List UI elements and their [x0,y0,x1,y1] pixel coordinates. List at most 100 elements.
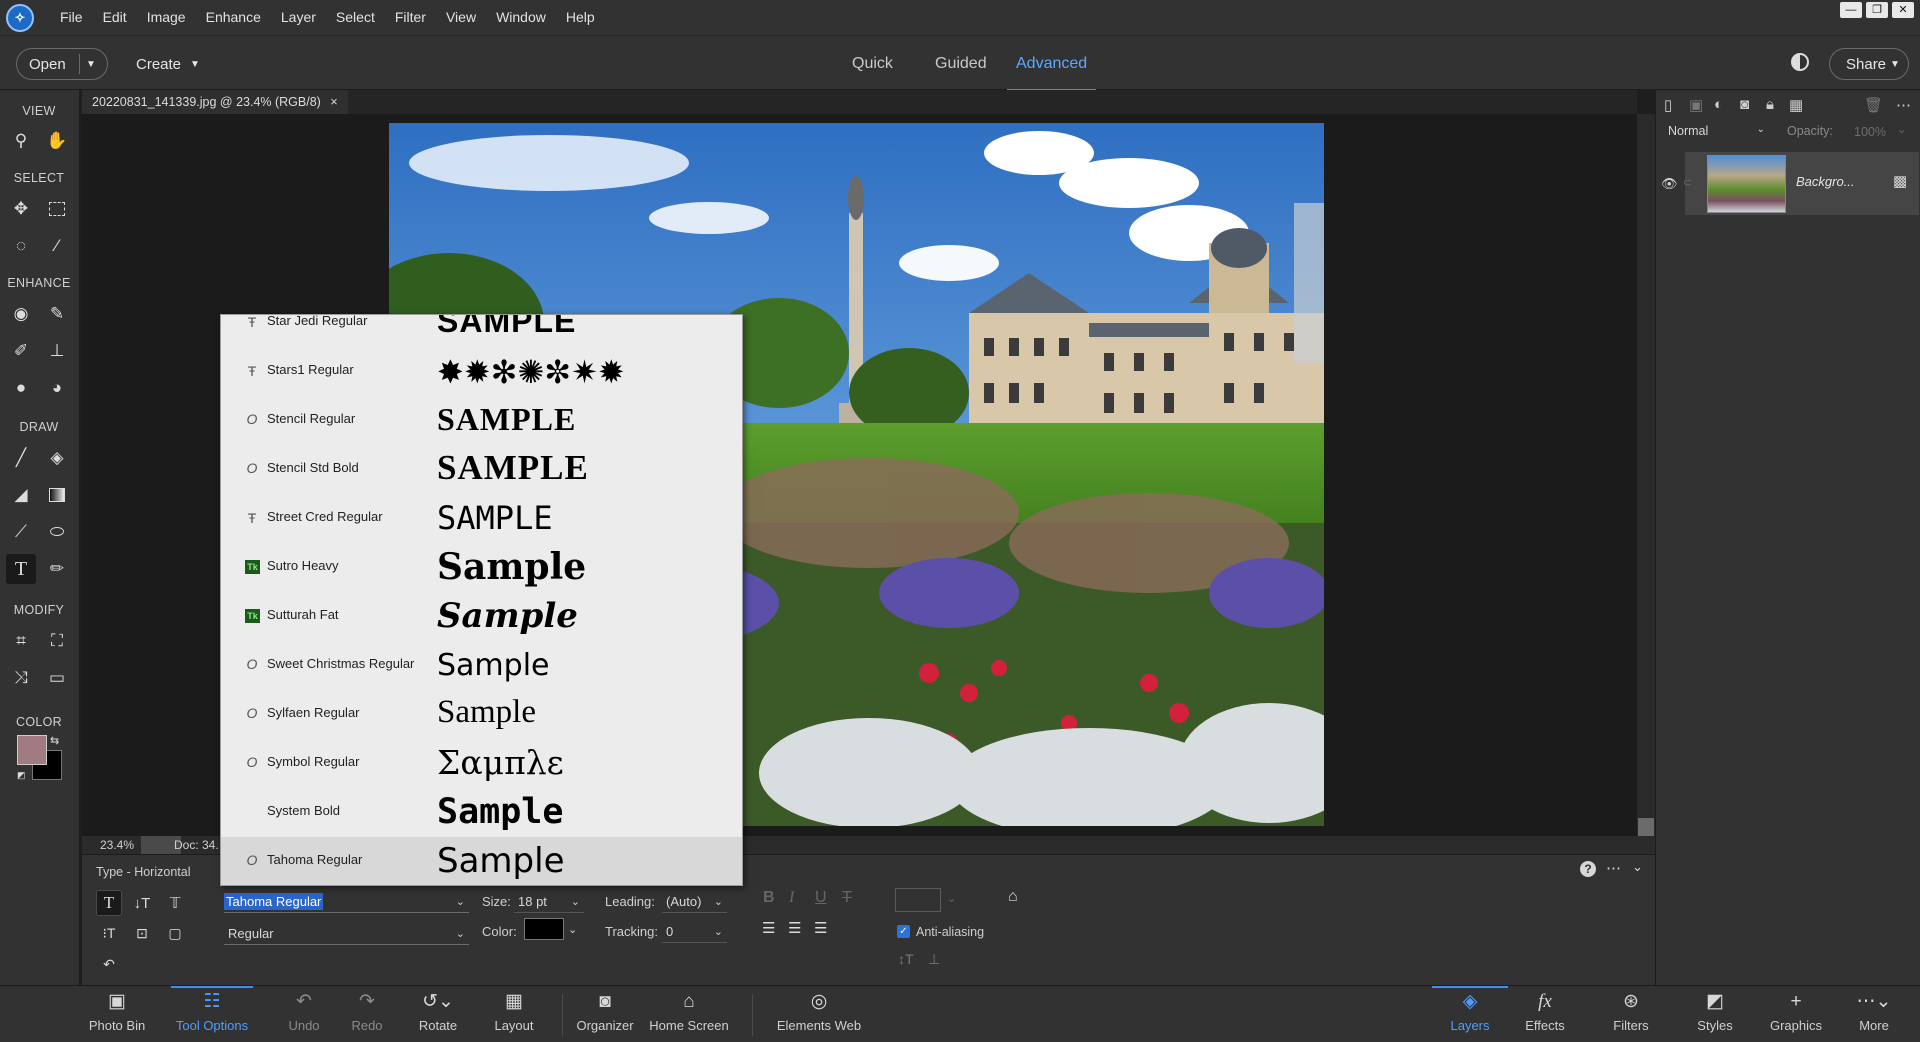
tab-quick[interactable]: Quick [852,36,893,91]
recompose-tool-icon[interactable]: ⛶ [42,626,72,656]
crop-tool-icon[interactable]: ⌗ [6,626,36,656]
smart-brush-tool-icon[interactable]: ✐ [6,336,36,366]
faux-icon[interactable]: ⊥ [928,951,940,968]
layout-button[interactable]: ▦ Layout [489,986,539,1042]
close-icon[interactable]: ✕ [1892,2,1914,18]
italic-icon[interactable]: I [789,889,794,907]
font-family-select[interactable]: Tahoma Regular ⌄ [224,891,469,913]
rotate-button[interactable]: ↺⌄ Rotate [413,986,463,1042]
menu-image[interactable]: Image [137,0,196,35]
vertical-type-mask-icon[interactable]: ⁝T [96,920,122,946]
chevron-down-icon[interactable]: ⌄ [568,923,577,936]
organizer-button[interactable]: ◙ Organizer [573,986,637,1042]
font-list-item-selected[interactable]: O Tahoma Regular Sample [221,837,742,885]
font-list-item[interactable]: O Stencil Std Bold SAMPLE [221,445,742,494]
menu-layer[interactable]: Layer [271,0,326,35]
font-list-item[interactable]: O Stencil Regular SAMPLE [221,396,742,445]
zoom-level[interactable]: 23.4% [100,838,134,852]
red-eye-tool-icon[interactable]: ◉ [6,299,36,329]
text-on-path-icon[interactable]: ↶ [96,951,122,977]
move-tool-icon[interactable]: ✥ [6,194,36,224]
font-list-item[interactable]: Ŧ Stars1 Regular ✸✹✻✺✼✷✹ [221,347,742,396]
font-list-item[interactable]: O Sweet Christmas Regular Sample [221,641,742,690]
create-button[interactable]: Create ▼ [124,48,214,80]
blend-mode-select[interactable]: Normal ⌄ [1668,124,1765,142]
doc-info[interactable]: Doc: 34. [174,838,219,852]
more-options-icon[interactable]: ⋯ [1606,859,1621,877]
align-left-icon[interactable]: ☰ [762,919,775,937]
font-list-item[interactable]: Tk Sutturah Fat Sample [221,592,742,641]
default-colors-icon[interactable]: ◩ [17,770,26,781]
vertical-scrollbar[interactable] [1637,114,1655,836]
font-list-item[interactable]: O Symbol Regular Σαμπλε [221,739,742,788]
more-button[interactable]: ⋯⌄ More [1850,986,1898,1042]
new-layer-icon[interactable]: ▯ [1664,96,1672,114]
font-list-item[interactable]: Tk Sutro Heavy Sample [221,543,742,592]
vertical-type-icon[interactable]: ↓T [129,890,155,916]
menu-enhance[interactable]: Enhance [196,0,271,35]
filters-button[interactable]: ⊛ Filters [1605,986,1657,1042]
delete-layer-icon[interactable]: 🗑︎ [1864,96,1883,114]
menu-window[interactable]: Window [486,0,556,35]
swap-colors-icon[interactable]: ⇆ [50,734,59,747]
sponge-tool-icon[interactable]: ◕ [42,373,72,403]
align-center-icon[interactable]: ☰ [788,919,801,937]
font-list-dropdown[interactable]: Ŧ Star Jedi Regular SAMPLE Ŧ Stars1 Regu… [220,314,743,886]
font-list-item[interactable]: Ŧ Star Jedi Regular SAMPLE [221,315,742,347]
opacity-value[interactable]: 100% [1854,125,1886,139]
visibility-eye-icon[interactable]: 👁︎ [1661,176,1678,192]
menu-view[interactable]: View [436,0,486,35]
tracking-select[interactable]: 0 ⌄ [662,921,727,943]
layers-button[interactable]: ◈ Layers [1432,986,1508,1042]
hand-tool-icon[interactable]: ✋ [42,126,72,156]
menu-help[interactable]: Help [556,0,605,35]
text-on-shape-icon[interactable]: ▢ [162,920,188,946]
document-tab[interactable]: 20220831_141339.jpg @ 23.4% (RGB/8) × [82,90,348,114]
pencil-tool-icon[interactable]: ✏ [42,554,72,584]
close-tab-icon[interactable]: × [330,95,337,109]
align-right-icon[interactable]: ☰ [814,919,827,937]
lock-icon[interactable]: 🔒︎ [1766,96,1774,113]
font-list-item[interactable]: O Sylfaen Regular Sample [221,690,742,739]
layer-row-background[interactable]: 👁︎ ⊂ Backgro... ▩ [1661,152,1919,215]
tab-guided[interactable]: Guided [935,36,987,91]
new-group-icon[interactable]: ▣ [1689,96,1703,114]
anti-aliasing-checkbox[interactable]: ✓ [897,925,910,938]
ellipse-tool-icon[interactable]: ⬭ [42,517,72,547]
minimize-icon[interactable]: — [1840,2,1862,18]
undo-button[interactable]: ↶ Undo [283,986,325,1042]
text-on-selection-icon[interactable]: ⊡ [129,920,155,946]
open-button[interactable]: Open ▼ [16,48,108,80]
tab-advanced[interactable]: Advanced [1007,36,1097,91]
menu-filter[interactable]: Filter [385,0,436,35]
photo-bin-button[interactable]: ▣ Photo Bin [86,986,148,1042]
font-list-item[interactable]: System Bold Sample [221,788,742,837]
elements-web-button[interactable]: ◎ Elements Web [773,986,865,1042]
menu-file[interactable]: File [50,0,93,35]
restore-icon[interactable]: ❐ [1866,2,1888,18]
theme-toggle-icon[interactable] [1791,53,1809,71]
gradient-tool-icon[interactable] [42,480,72,510]
help-icon[interactable]: ? [1580,861,1596,877]
adjustment-layer-icon[interactable]: ◐ [1714,96,1723,113]
horizontal-type-icon[interactable]: T [96,890,122,916]
zoom-tool-icon[interactable]: ⚲ [6,126,36,156]
brush-tool-icon[interactable]: ╱ [6,443,36,473]
content-aware-move-tool-icon[interactable]: ⤨ [6,663,36,693]
size-select[interactable]: 18 pt ⌄ [514,891,584,913]
menu-select[interactable]: Select [326,0,385,35]
share-button[interactable]: Share ▼ [1829,48,1909,80]
scroll-thumb[interactable] [1638,818,1654,836]
foreground-color-swatch[interactable] [17,735,47,765]
healing-brush-tool-icon[interactable]: ✎ [42,299,72,329]
underline-icon[interactable]: U [815,889,827,907]
graphics-button[interactable]: + Graphics [1768,986,1824,1042]
text-color-swatch[interactable] [524,918,564,940]
menu-edit[interactable]: Edit [93,0,137,35]
link-icon[interactable]: ⊂ [1683,176,1692,189]
eyedropper-tool-icon[interactable]: ⟋ [6,517,36,547]
layer-name[interactable]: Backgro... [1796,174,1855,189]
lock-transparency-icon[interactable]: ▦ [1789,96,1803,114]
lasso-tool-icon[interactable]: ◌ [6,231,36,261]
layer-mask-icon[interactable]: ◙ [1740,96,1749,113]
